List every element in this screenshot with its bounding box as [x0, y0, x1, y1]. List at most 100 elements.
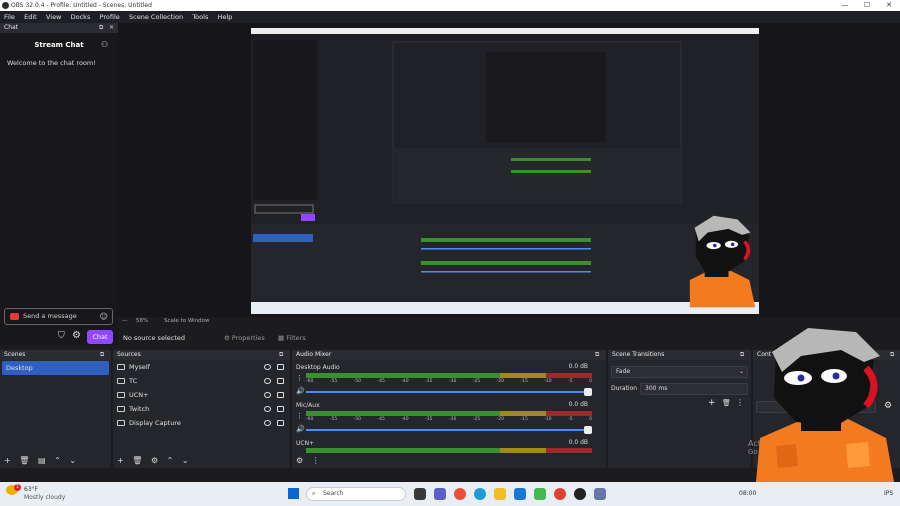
- settings-gear-icon[interactable]: ⚙: [72, 330, 81, 341]
- source-item[interactable]: UCN+: [113, 388, 290, 402]
- source-item[interactable]: Display Capture: [113, 416, 290, 430]
- mixer-track-desktop-audio: Desktop Audio 0.0 dB ⋮ -60 -55 -50 -45 -40 -3…: [296, 363, 592, 400]
- volume-slider[interactable]: [306, 388, 592, 396]
- mixer-toolbar: ⚙ ⋮: [292, 454, 606, 468]
- menu-view[interactable]: View: [42, 11, 64, 23]
- teams-icon[interactable]: [434, 488, 446, 500]
- advanced-audio-icon[interactable]: ⚙: [296, 456, 303, 465]
- volume-knob[interactable]: [584, 388, 592, 396]
- source-item[interactable]: TC: [113, 374, 290, 388]
- menu-profile[interactable]: Profile: [96, 11, 123, 23]
- visibility-eye-icon[interactable]: [264, 378, 271, 384]
- user-list-icon[interactable]: ⚇: [101, 40, 108, 49]
- scene-item-desktop[interactable]: Desktop: [2, 361, 109, 375]
- taskbar-search[interactable]: ⌕ Search: [306, 487, 406, 501]
- avatar-overlay: [746, 326, 894, 482]
- properties-button[interactable]: ⚙ Properties: [224, 331, 265, 346]
- lock-icon[interactable]: [277, 406, 284, 412]
- remove-transition-icon[interactable]: 🗑: [722, 399, 731, 407]
- zoom-level[interactable]: 58%: [136, 318, 148, 324]
- track-db: 0.0 dB: [568, 363, 588, 370]
- volume-knob[interactable]: [584, 426, 592, 434]
- camera-icon: [117, 364, 125, 370]
- transition-menu-icon[interactable]: ⋮: [736, 398, 744, 407]
- clock-time[interactable]: 08:00: [739, 490, 756, 497]
- add-scene-icon[interactable]: +: [4, 456, 11, 465]
- undock-icon[interactable]: ⧉: [279, 350, 283, 360]
- move-down-icon[interactable]: ⌄: [69, 456, 76, 465]
- zoom-out-icon[interactable]: —: [122, 318, 128, 324]
- visibility-eye-icon[interactable]: [264, 406, 271, 412]
- visibility-eye-icon[interactable]: [264, 392, 271, 398]
- lock-icon[interactable]: [277, 364, 284, 370]
- weather-temp: 63°F: [24, 486, 39, 493]
- close-dock-icon[interactable]: ✕: [109, 23, 114, 33]
- undock-icon[interactable]: ⧉: [99, 23, 103, 33]
- remove-scene-icon[interactable]: 🗑: [19, 456, 29, 465]
- duration-value: 300 ms: [645, 385, 668, 392]
- source-settings-icon[interactable]: ⚙: [151, 456, 158, 465]
- source-label: TC: [129, 377, 138, 385]
- move-down-icon[interactable]: ⌄: [182, 456, 189, 465]
- menu-docks[interactable]: Docks: [67, 11, 94, 23]
- move-up-icon[interactable]: ⌃: [54, 456, 61, 465]
- speaker-icon[interactable]: 🔊: [296, 425, 305, 433]
- tray-label[interactable]: IPS: [884, 490, 893, 497]
- firefox-icon[interactable]: [454, 488, 466, 500]
- edge-icon[interactable]: [474, 488, 486, 500]
- file-explorer-icon[interactable]: [494, 488, 506, 500]
- send-message-input[interactable]: Send a message ☺: [4, 308, 113, 325]
- volume-slider[interactable]: [306, 426, 592, 434]
- transition-select[interactable]: Fade ⌄: [611, 366, 748, 378]
- emote-icon[interactable]: ☺: [100, 309, 108, 324]
- maximize-button[interactable]: ☐: [856, 0, 878, 11]
- lock-icon[interactable]: [277, 378, 284, 384]
- visibility-eye-icon[interactable]: [264, 364, 271, 370]
- track-menu-icon[interactable]: ⋮: [296, 412, 303, 420]
- lock-icon[interactable]: [277, 392, 284, 398]
- chat-dock-title: Chat: [4, 24, 19, 31]
- app-icon[interactable]: [594, 488, 606, 500]
- undock-icon[interactable]: ⧉: [100, 350, 104, 360]
- source-item[interactable]: Twitch: [113, 402, 290, 416]
- duration-input[interactable]: 300 ms: [640, 383, 748, 395]
- move-up-icon[interactable]: ⌃: [167, 456, 174, 465]
- scenes-title: Scenes: [4, 351, 26, 358]
- obs-taskbar-icon[interactable]: [574, 488, 586, 500]
- filters-button[interactable]: ▦ Filters: [278, 331, 306, 346]
- speaker-icon[interactable]: 🔊: [296, 387, 305, 395]
- chat-button[interactable]: Chat: [87, 330, 113, 344]
- remove-source-icon[interactable]: 🗑: [132, 456, 142, 465]
- scale-mode[interactable]: Scale to Window: [164, 318, 210, 324]
- store-icon[interactable]: [514, 488, 526, 500]
- menu-file[interactable]: File: [0, 11, 18, 23]
- audio-mixer-dock: Audio Mixer ⧉ Desktop Audio 0.0 dB ⋮ -60-…: [292, 350, 606, 468]
- chat-app-icon[interactable]: [534, 488, 546, 500]
- minimize-button[interactable]: —: [834, 0, 856, 11]
- add-source-icon[interactable]: +: [117, 456, 124, 465]
- menu-help[interactable]: Help: [214, 11, 236, 23]
- menu-edit[interactable]: Edit: [20, 11, 40, 23]
- audio-mixer-title: Audio Mixer: [296, 351, 332, 358]
- menu-tools[interactable]: Tools: [188, 11, 211, 23]
- shield-icon[interactable]: ⛉: [58, 331, 65, 341]
- meter-ticks: -60 -55 -50 -45 -40 -35 -30 -25 -20 -15 -10 -5 0: [306, 379, 592, 384]
- mixer-menu-icon[interactable]: ⋮: [312, 456, 320, 465]
- close-button[interactable]: ✕: [878, 0, 900, 11]
- window-title: OBS 32.0.4 - Profile: Untitled - Scenes:…: [11, 2, 152, 9]
- chat-dock-header: Chat ⧉ ✕: [0, 23, 118, 33]
- source-status: No source selected: [123, 334, 185, 342]
- task-view-icon[interactable]: [414, 488, 426, 500]
- source-item[interactable]: Myself: [113, 360, 290, 374]
- chrome-icon[interactable]: [554, 488, 566, 500]
- lock-icon[interactable]: [277, 420, 284, 426]
- undock-icon[interactable]: ⧉: [595, 350, 599, 360]
- source-label: Myself: [129, 363, 150, 371]
- scene-filters-icon[interactable]: ▤: [38, 456, 46, 465]
- visibility-eye-icon[interactable]: [264, 420, 271, 426]
- add-transition-icon[interactable]: +: [708, 398, 716, 408]
- track-menu-icon[interactable]: ⋮: [296, 374, 303, 382]
- menu-scene-collection[interactable]: Scene Collection: [125, 11, 186, 23]
- windows-start-icon[interactable]: [288, 488, 299, 499]
- undock-icon[interactable]: ⧉: [740, 350, 744, 360]
